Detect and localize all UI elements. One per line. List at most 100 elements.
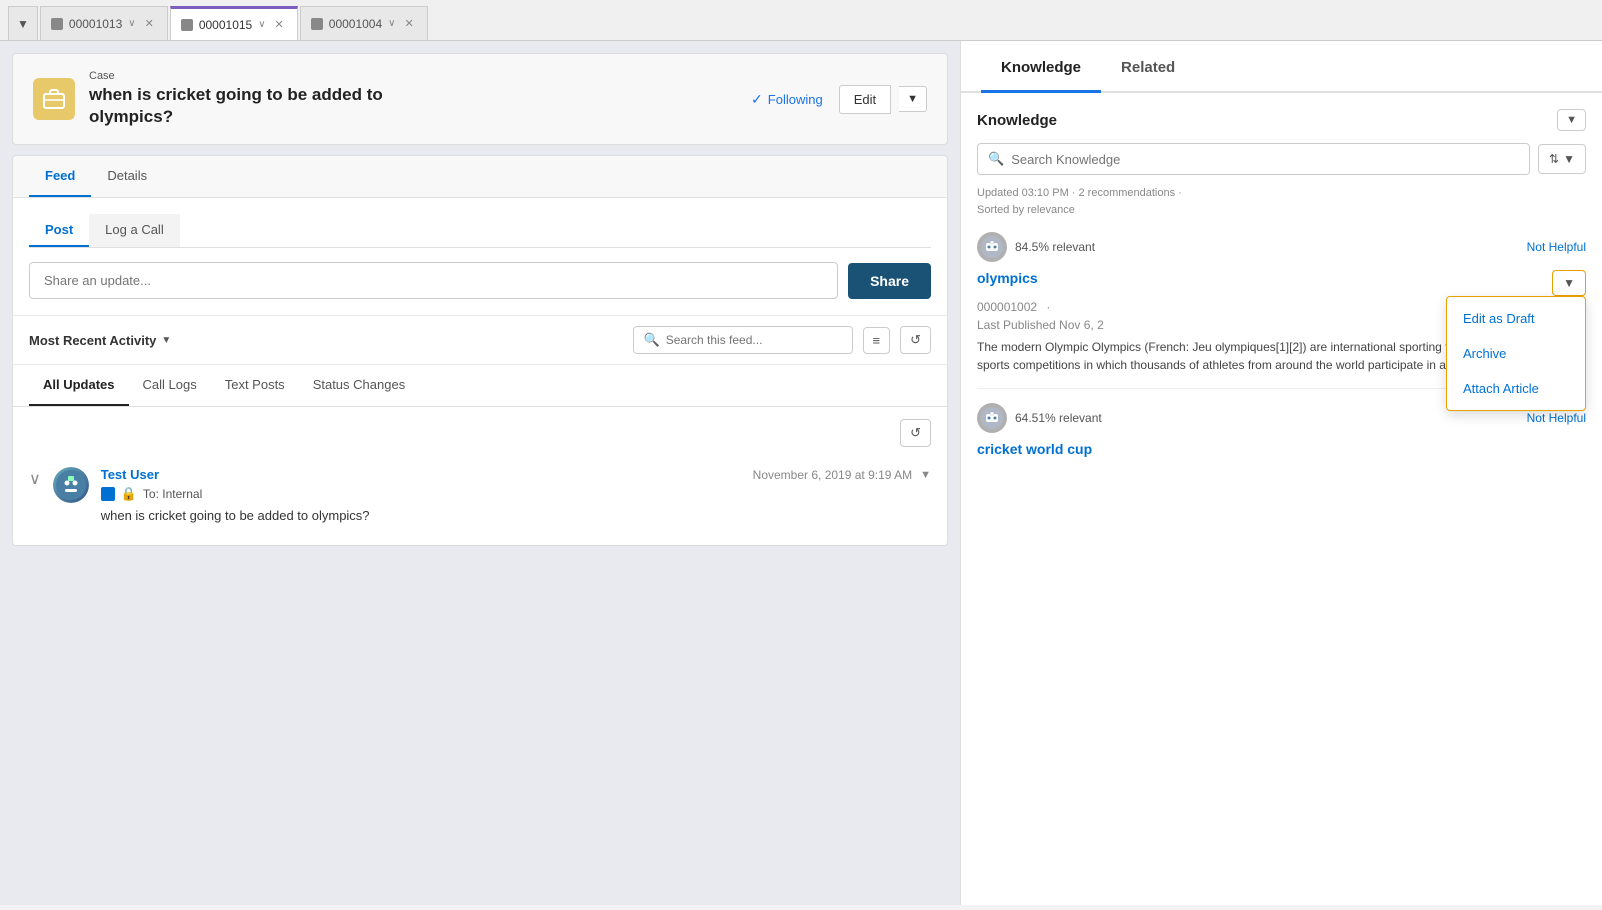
- feed-item-header: Test User November 6, 2019 at 9:19 AM ▼: [101, 467, 931, 482]
- tab-bar: ▼ 00001013 ∨ ✕ 00001015 ∨ ✕ 00001004 ∨ ✕: [0, 6, 428, 40]
- app-container: Case when is cricket going to be added t…: [0, 41, 1602, 905]
- right-panel: Knowledge Related Knowledge ▼ 🔍 ⇅ ▼: [960, 41, 1602, 905]
- knowledge-section: Knowledge ▼ 🔍 ⇅ ▼ Updated 03:10 PM · 2 r…: [961, 93, 1602, 905]
- tab-arrow-icon[interactable]: ∨: [258, 19, 265, 30]
- relevance-pct-2: 64.51% relevant: [1015, 411, 1102, 425]
- browser-chrome: ▼ 00001013 ∨ ✕ 00001015 ∨ ✕ 00001004 ∨ ✕: [0, 0, 1602, 41]
- post-tab-log[interactable]: Log a Call: [89, 214, 180, 247]
- avatar: [53, 467, 89, 503]
- case-label: Case: [89, 70, 383, 82]
- filter-tab-status-changes[interactable]: Status Changes: [299, 365, 420, 406]
- chevron-down-icon: ▼: [1563, 276, 1575, 290]
- dropdown-item-edit-draft[interactable]: Edit as Draft: [1447, 301, 1585, 336]
- filter-tab-text-posts[interactable]: Text Posts: [211, 365, 299, 406]
- knowledge-updated: Updated 03:10 PM · 2 recommendations ·: [977, 187, 1182, 199]
- feed-controls: Most Recent Activity ▼ 🔍 ≡ ↺: [13, 316, 947, 365]
- tab-close-icon[interactable]: ✕: [142, 16, 157, 31]
- feed-item-dropdown[interactable]: ▼: [920, 469, 931, 481]
- knowledge-sorted: Sorted by relevance: [977, 204, 1075, 216]
- tab-details[interactable]: Details: [91, 156, 163, 197]
- tab-00001013[interactable]: 00001013 ∨ ✕: [40, 6, 168, 40]
- post-input-row: Share: [29, 262, 931, 299]
- search-feed[interactable]: 🔍: [633, 326, 853, 354]
- relevance-icon-2: [977, 403, 1007, 433]
- right-panel-tabs: Knowledge Related: [961, 41, 1602, 93]
- post-tab-post[interactable]: Post: [29, 214, 89, 247]
- post-input[interactable]: [29, 262, 838, 299]
- edit-button[interactable]: Edit: [839, 85, 891, 114]
- post-tabs: Post Log a Call: [29, 214, 931, 248]
- filter-icon-button[interactable]: ≡: [863, 327, 891, 354]
- tab-label: 00001004: [329, 17, 382, 31]
- robot-icon: [981, 236, 1003, 258]
- case-icon: [51, 18, 63, 30]
- knowledge-header: Knowledge ▼: [977, 109, 1586, 131]
- search-icon: 🔍: [644, 332, 660, 348]
- dropdown-item-attach-article[interactable]: Attach Article: [1447, 371, 1585, 406]
- right-tab-related[interactable]: Related: [1101, 41, 1195, 93]
- refresh-row: ↺: [29, 419, 931, 447]
- feed-user-name: Test User: [101, 467, 159, 482]
- tab-00001015[interactable]: 00001015 ∨ ✕: [170, 6, 298, 40]
- feed-item-body: Test User November 6, 2019 at 9:19 AM ▼ …: [101, 467, 931, 523]
- lock-icon: 🔒: [121, 486, 137, 502]
- right-tab-knowledge[interactable]: Knowledge: [981, 41, 1101, 93]
- main-content: Feed Details Post Log a Call Share: [12, 155, 948, 546]
- knowledge-section-title: Knowledge: [977, 112, 1057, 129]
- feed-meta: 🔒 To: Internal: [101, 486, 931, 502]
- avatar-image: [53, 467, 89, 503]
- tab-00001004[interactable]: 00001004 ∨ ✕: [300, 6, 428, 40]
- tab-arrow-icon[interactable]: ∨: [388, 18, 395, 29]
- avatar-svg: [56, 470, 86, 500]
- tab-feed[interactable]: Feed: [29, 156, 91, 197]
- article-link-1[interactable]: olympics: [977, 270, 1038, 286]
- tab-arrow-icon[interactable]: ∨: [128, 18, 135, 29]
- filter-tab-all-updates[interactable]: All Updates: [29, 365, 129, 406]
- activity-dropdown[interactable]: Most Recent Activity ▼: [29, 333, 171, 348]
- tab-close-icon[interactable]: ✕: [272, 17, 287, 32]
- not-helpful-link-2[interactable]: Not Helpful: [1527, 411, 1586, 425]
- edit-dropdown-button[interactable]: ▼: [899, 86, 927, 112]
- tab-close-icon[interactable]: ✕: [401, 16, 416, 31]
- not-helpful-link-1[interactable]: Not Helpful: [1527, 240, 1586, 254]
- filter-tab-call-logs[interactable]: Call Logs: [129, 365, 211, 406]
- robot-icon-2: [981, 407, 1003, 429]
- post-area: Post Log a Call Share: [13, 198, 947, 316]
- chevron-down-icon: ▼: [17, 17, 29, 31]
- feed-content: ↺ ∨: [13, 407, 947, 545]
- sort-icon: ⇅: [1549, 152, 1559, 166]
- case-info: Case when is cricket going to be added t…: [89, 70, 383, 128]
- following-button[interactable]: ✓ Following: [743, 87, 831, 112]
- feed-item: ∨: [29, 457, 931, 533]
- tab-list-dropdown[interactable]: ▼: [8, 6, 38, 40]
- collapse-icon[interactable]: ∨: [29, 467, 41, 523]
- checkmark-icon: ✓: [751, 91, 763, 108]
- feed-to-label: To: Internal: [143, 487, 202, 501]
- knowledge-search-box[interactable]: 🔍: [977, 143, 1530, 175]
- case-title: when is cricket going to be added to oly…: [89, 84, 383, 128]
- refresh-button[interactable]: ↺: [900, 419, 931, 447]
- knowledge-search-row: 🔍 ⇅ ▼: [977, 143, 1586, 175]
- search-icon: 🔍: [988, 151, 1004, 167]
- feed-message: when is cricket going to be added to oly…: [101, 508, 931, 523]
- knowledge-item-1: 84.5% relevant Not Helpful olympics ▼ Ed…: [977, 232, 1586, 374]
- tab-label: 00001015: [199, 18, 252, 32]
- dropdown-item-archive[interactable]: Archive: [1447, 336, 1585, 371]
- chevron-down-icon: ▼: [161, 335, 171, 346]
- refresh-icon-button[interactable]: ↺: [900, 326, 931, 354]
- case-header: Case when is cricket going to be added t…: [12, 53, 948, 145]
- search-feed-input[interactable]: [666, 333, 842, 347]
- relevance-pct-1: 84.5% relevant: [1015, 240, 1095, 254]
- article-dropdown-wrapper: ▼ Edit as Draft Archive Attach Article: [1552, 270, 1586, 296]
- sort-button[interactable]: ⇅ ▼: [1538, 144, 1586, 174]
- article-link-2[interactable]: cricket world cup: [977, 441, 1092, 457]
- feed-badge-icon: [101, 487, 115, 501]
- relevance-icon-1: [977, 232, 1007, 262]
- briefcase-icon: [42, 87, 66, 111]
- share-button[interactable]: Share: [848, 263, 931, 299]
- knowledge-section-dropdown[interactable]: ▼: [1557, 109, 1586, 131]
- case-icon-box: [33, 78, 75, 120]
- article-dropdown-button[interactable]: ▼: [1552, 270, 1586, 296]
- knowledge-search-input[interactable]: [1011, 152, 1519, 167]
- following-label: Following: [768, 92, 823, 107]
